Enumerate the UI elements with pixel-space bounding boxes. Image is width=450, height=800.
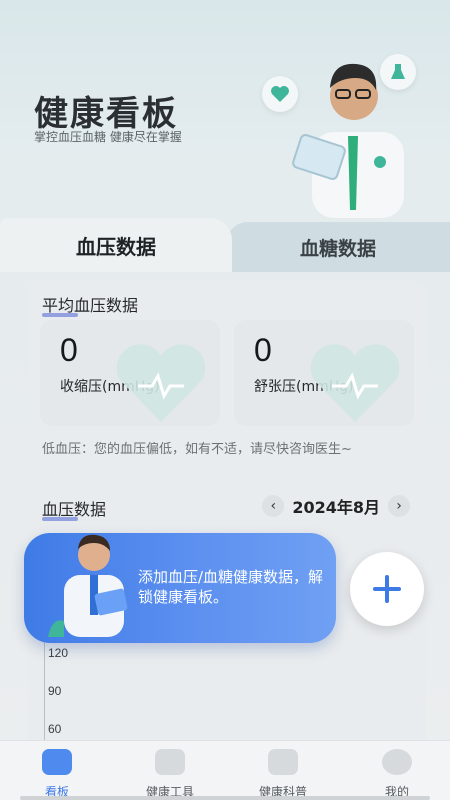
profile-icon xyxy=(382,749,412,775)
plus-icon xyxy=(373,575,401,603)
prompt-text: 添加血压/血糖健康数据，解锁健康看板。 xyxy=(138,568,324,606)
heart-bubble-icon xyxy=(262,76,298,112)
average-bp-title: 平均血压数据 xyxy=(42,292,138,317)
hero-subtitle: 掌控血压血糖 健康尽在掌握 xyxy=(34,130,182,144)
heart-icon xyxy=(116,344,206,422)
home-indicator xyxy=(20,796,430,800)
nav-item-health-tools[interactable]: 健康工具 xyxy=(125,747,215,800)
tab-blood-pressure[interactable]: 血压数据 xyxy=(0,218,232,272)
nav-item-profile[interactable]: 我的 xyxy=(352,747,442,800)
add-data-button[interactable] xyxy=(350,552,424,626)
nav-item-dashboard[interactable]: 看板 xyxy=(12,747,102,800)
bp-data-title: 血压数据 xyxy=(42,496,106,521)
month-label: 2024年8月 xyxy=(292,498,380,517)
y-tick-label: 60 xyxy=(48,722,62,736)
document-icon xyxy=(268,749,298,775)
data-tabs: 血糖数据 血压数据 xyxy=(0,218,450,272)
month-switcher: ‹ 2024年8月 › xyxy=(262,494,410,518)
tab-blood-sugar[interactable]: 血糖数据 xyxy=(226,222,450,272)
add-data-prompt[interactable]: 添加血压/血糖健康数据，解锁健康看板。 xyxy=(24,533,336,643)
toolbox-icon xyxy=(155,749,185,775)
systolic-metric: 0 收缩压(mmHg) xyxy=(40,320,220,426)
dashboard-icon xyxy=(42,749,72,775)
chart-y-axis xyxy=(44,640,45,740)
nav-item-health-science[interactable]: 健康科普 xyxy=(238,747,328,800)
chevron-left-icon[interactable]: ‹ xyxy=(262,495,285,517)
average-bp-card: 平均血压数据 0 收缩压(mmHg) 0 舒张压(mmHg) 低血压：您的血压偏… xyxy=(28,280,426,468)
heart-icon xyxy=(310,344,400,422)
bottom-nav: 看板 健康工具 健康科普 我的 xyxy=(0,740,450,800)
diastolic-value: 0 xyxy=(254,332,272,368)
doctor-illustration xyxy=(262,40,432,218)
systolic-value: 0 xyxy=(60,332,78,368)
y-tick-label: 90 xyxy=(48,684,62,698)
y-tick-label: 120 xyxy=(48,646,69,660)
chevron-right-icon[interactable]: › xyxy=(388,495,410,517)
doctor-illustration xyxy=(48,534,128,637)
diastolic-metric: 0 舒张压(mmHg) xyxy=(234,320,414,426)
bp-hint-text: 低血压：您的血压偏低，如有不适，请尽快咨询医生~ xyxy=(42,442,352,457)
flask-bubble-icon xyxy=(380,54,416,90)
